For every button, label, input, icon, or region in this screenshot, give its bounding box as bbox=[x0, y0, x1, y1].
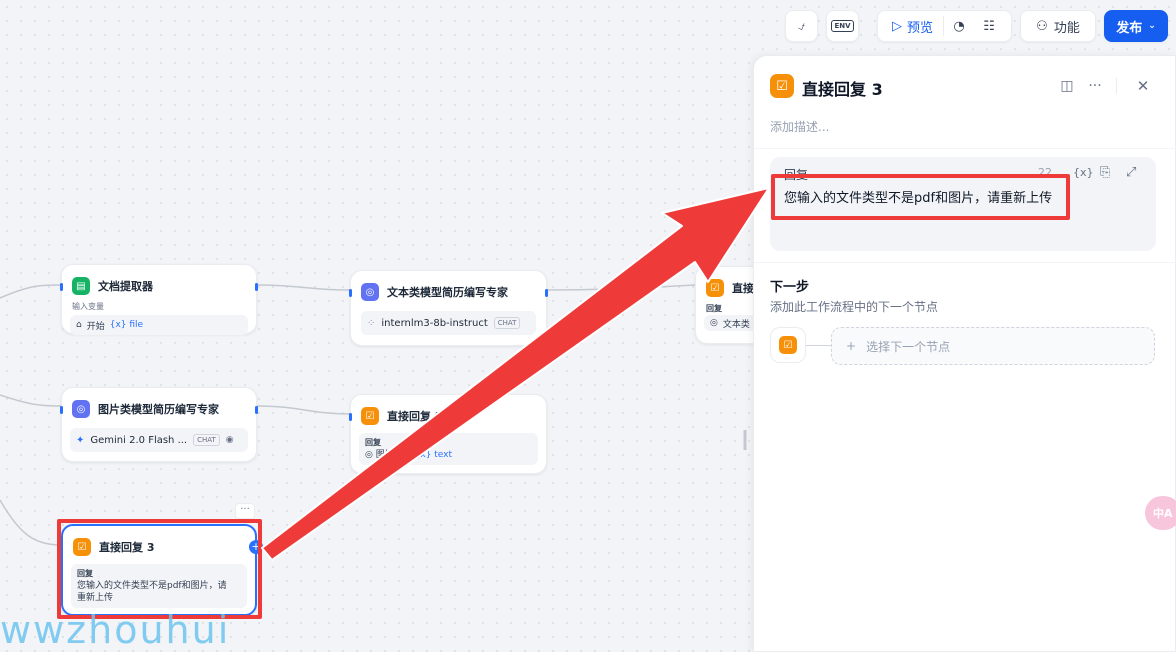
preview-label: 预览 bbox=[907, 20, 934, 36]
output-handle[interactable] bbox=[255, 283, 258, 291]
checklist-button[interactable]: ⍻ bbox=[785, 10, 818, 42]
next-connector bbox=[806, 345, 831, 346]
reply-label: 回复 bbox=[365, 438, 381, 447]
node-config-panel: ☑ 直接回复 3 ◫ ··· ✕ 添加描述... 回复 22 {x} ⎘ ⤢ 您… bbox=[753, 55, 1176, 652]
var-name: {x} file bbox=[109, 320, 144, 330]
chevron-down-icon: ⌄ bbox=[1148, 21, 1156, 31]
expand-icon[interactable]: ⤢ bbox=[1126, 165, 1136, 180]
node-title: 直接回复 2 bbox=[387, 410, 443, 423]
model-tag: CHAT bbox=[493, 317, 521, 329]
output-handle[interactable] bbox=[255, 406, 258, 414]
var-name: {x} text bbox=[414, 450, 453, 460]
doc-extractor-icon: ▤ bbox=[72, 277, 90, 295]
llm-small-icon: ◎ bbox=[365, 450, 373, 460]
input-handle[interactable] bbox=[60, 283, 63, 291]
reply-preview: 回复 ◎ 图片类模 {x} text bbox=[359, 433, 538, 465]
gemini-icon: ✦ bbox=[76, 434, 85, 446]
env-button[interactable]: ENV bbox=[826, 10, 859, 42]
reply-var-row: ◎ 图片类模 {x} text bbox=[365, 449, 532, 461]
node-title: 文本类模型简历编写专家 bbox=[387, 286, 508, 299]
reply-icon: ☑ bbox=[706, 279, 724, 297]
panel-divider bbox=[754, 148, 1176, 149]
history-button[interactable]: ◔ bbox=[944, 19, 974, 34]
translate-button[interactable]: 中A bbox=[1145, 496, 1176, 530]
checklist-view-button[interactable]: ☷ bbox=[974, 19, 1004, 34]
node-text-model[interactable]: ◎ 文本类模型简历编写专家 ⁘ internlm3-8b-instruct CH… bbox=[349, 270, 548, 346]
publish-label: 发布 bbox=[1116, 20, 1143, 36]
history-icon: ◔ bbox=[953, 18, 965, 34]
chat-check-icon: ⍻ bbox=[797, 18, 806, 34]
copy-icon[interactable]: ⎘ bbox=[1100, 165, 1110, 180]
panel-title[interactable]: 直接回复 3 bbox=[802, 76, 883, 100]
insert-variable-icon[interactable]: {x} bbox=[1073, 166, 1094, 179]
node-title: 直接 bbox=[732, 282, 754, 295]
next-step-desc: 添加此工作流程中的下一个节点 bbox=[770, 300, 939, 314]
book-icon[interactable]: ◫ bbox=[1058, 77, 1076, 95]
features-button[interactable]: ⚇ 功能 bbox=[1020, 10, 1096, 42]
list-check-icon: ☷ bbox=[983, 18, 995, 34]
plus-icon: + bbox=[846, 339, 857, 353]
model-tag: CHAT bbox=[193, 434, 220, 446]
annotation-box-node bbox=[57, 519, 262, 619]
more-icon[interactable]: ··· bbox=[1086, 77, 1104, 95]
vision-eye-icon: ◉ bbox=[225, 435, 234, 445]
llm-icon: ◎ bbox=[72, 400, 90, 418]
var-source: 图片类模 bbox=[375, 450, 412, 460]
play-icon: ▷ bbox=[892, 18, 902, 34]
reply-icon: ☑ bbox=[361, 407, 379, 425]
node-doc-extractor[interactable]: ▤ 文档提取器 输入变量 ⌂ 开始 {x} file bbox=[60, 264, 258, 335]
model-selector: ✦ Gemini 2.0 Flash ... CHAT ◉ bbox=[70, 428, 248, 452]
model-name: internlm3-8b-instruct bbox=[381, 317, 488, 329]
watermark-text: wwzhouhui bbox=[0, 608, 231, 652]
close-icon[interactable]: ✕ bbox=[1134, 77, 1152, 95]
input-var-label: 输入变量 bbox=[72, 302, 104, 311]
home-icon: ⌂ bbox=[76, 320, 82, 330]
input-handle[interactable] bbox=[349, 413, 352, 421]
var-source: 开始 bbox=[86, 321, 105, 332]
features-label: 功能 bbox=[1053, 20, 1080, 36]
node-title: 文档提取器 bbox=[98, 280, 153, 293]
node-image-model[interactable]: ◎ 图片类模型简历编写专家 ✦ Gemini 2.0 Flash ... CHA… bbox=[60, 387, 258, 462]
section-divider bbox=[754, 262, 1176, 263]
node-reply-2[interactable]: ☑ 直接回复 2 回复 ◎ 图片类模 {x} text bbox=[349, 394, 547, 474]
input-handle[interactable] bbox=[60, 406, 63, 414]
panel-node-icon: ☑ bbox=[770, 74, 794, 98]
annotation-box-panel bbox=[771, 174, 1070, 220]
preview-button[interactable]: ▷ 预览 bbox=[878, 16, 945, 36]
input-handle[interactable] bbox=[349, 289, 352, 297]
model-selector: ⁘ internlm3-8b-instruct CHAT bbox=[361, 311, 536, 335]
output-handle[interactable] bbox=[545, 289, 548, 297]
model-name: Gemini 2.0 Flash ... bbox=[90, 434, 188, 446]
publish-button[interactable]: 发布 ⌄ bbox=[1104, 10, 1168, 42]
panel-header-divider bbox=[1116, 78, 1117, 94]
select-next-node-button[interactable]: + 选择下一个节点 bbox=[831, 327, 1155, 365]
preview-group: ▷ 预览 ◔ ☷ bbox=[877, 10, 1012, 42]
input-var-chip: ⌂ 开始 {x} file bbox=[70, 315, 248, 335]
select-next-label: 选择下一个节点 bbox=[866, 339, 951, 354]
features-icon: ⚇ bbox=[1036, 18, 1048, 34]
model-provider-icon: ⁘ bbox=[367, 317, 376, 329]
llm-icon: ◎ bbox=[361, 283, 379, 301]
next-step-title: 下一步 bbox=[770, 280, 810, 295]
reply-icon: ☑ bbox=[779, 336, 797, 354]
node-title: 图片类模型简历编写专家 bbox=[98, 403, 219, 416]
node-more-icon[interactable]: ··· bbox=[235, 503, 255, 519]
var-source: 文本类 bbox=[722, 319, 750, 330]
env-icon: ENV bbox=[831, 20, 854, 32]
llm-small-icon: ◎ bbox=[710, 318, 718, 328]
current-node-thumb: ☑ bbox=[770, 327, 806, 363]
description-input[interactable]: 添加描述... bbox=[770, 118, 829, 135]
